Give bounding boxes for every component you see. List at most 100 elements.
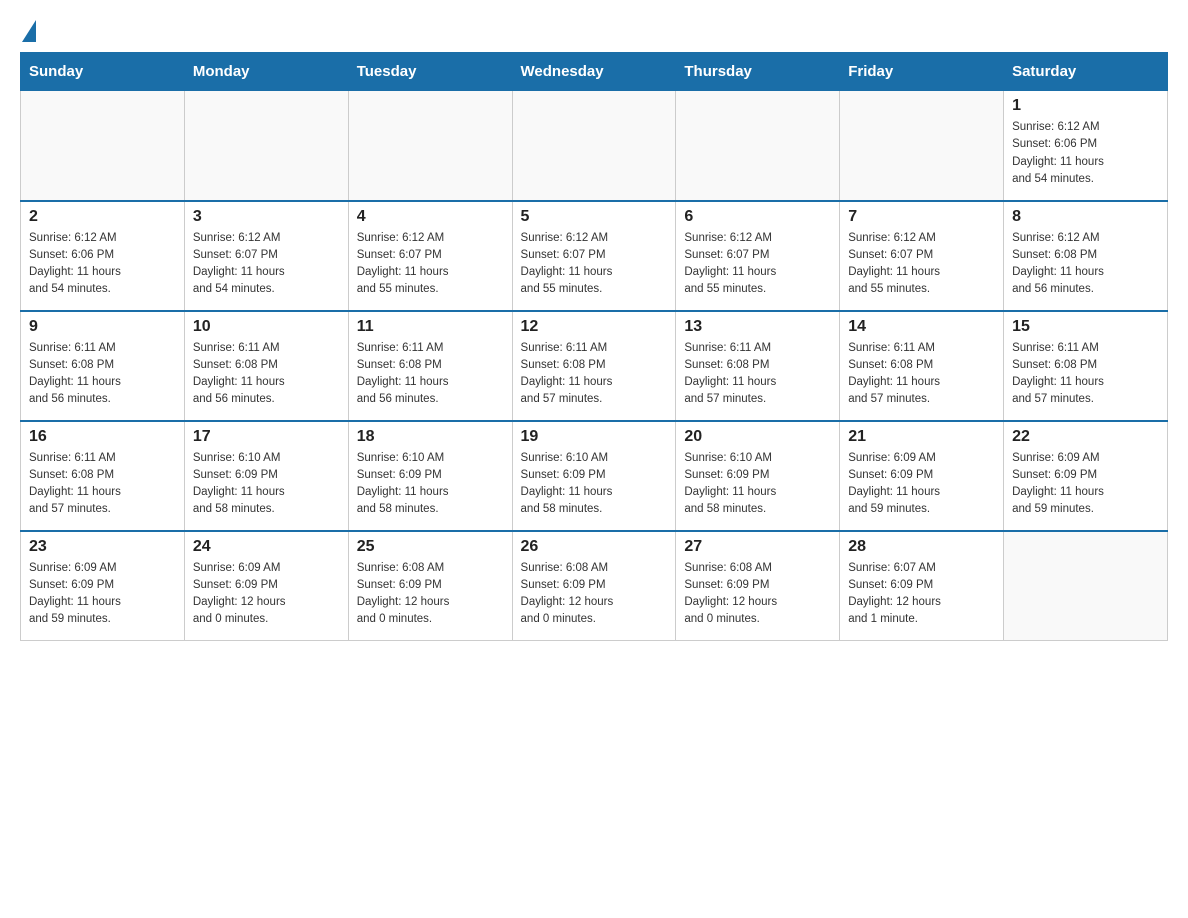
day-info: Sunrise: 6:09 AMSunset: 6:09 PMDaylight:… xyxy=(29,560,176,629)
day-number: 2 xyxy=(29,208,176,226)
day-info: Sunrise: 6:12 AMSunset: 6:07 PMDaylight:… xyxy=(684,230,831,299)
day-number: 7 xyxy=(848,208,995,226)
day-number: 18 xyxy=(357,428,504,446)
calendar-cell: 6Sunrise: 6:12 AMSunset: 6:07 PMDaylight… xyxy=(676,201,840,311)
calendar-cell: 27 Sunrise: 6:08 AMSunset: 6:09 PMDayligh… xyxy=(676,531,840,641)
day-info: Sunrise: 6:12 AMSunset: 6:06 PMDaylight:… xyxy=(29,230,176,299)
day-of-week-header: Wednesday xyxy=(512,53,676,91)
calendar-cell: 26 Sunrise: 6:08 AMSunset: 6:09 PMDayligh… xyxy=(512,531,676,641)
calendar-table: SundayMondayTuesdayWednesdayThursdayFrid… xyxy=(20,52,1168,641)
calendar-cell xyxy=(840,91,1004,201)
calendar-cell xyxy=(184,91,348,201)
day-number: 22 xyxy=(1012,428,1159,446)
day-number: 14 xyxy=(848,318,995,336)
day-number: 1 xyxy=(1012,97,1159,115)
day-number: 11 xyxy=(357,318,504,336)
day-number: 3 xyxy=(193,208,340,226)
calendar-cell xyxy=(348,91,512,201)
day-info: Sunrise: 6:10 AMSunset: 6:09 PMDaylight:… xyxy=(521,450,668,519)
calendar-cell: 2 Sunrise: 6:12 AMSunset: 6:06 PMDaylight… xyxy=(21,201,185,311)
day-number: 4 xyxy=(357,208,504,226)
calendar-cell: 10Sunrise: 6:11 AMSunset: 6:08 PMDayligh… xyxy=(184,311,348,421)
calendar-week-row: 9 Sunrise: 6:11 AMSunset: 6:08 PMDaylight… xyxy=(21,311,1168,421)
day-number: 15 xyxy=(1012,318,1159,336)
calendar-week-row: 23 Sunrise: 6:09 AMSunset: 6:09 PMDayligh… xyxy=(21,531,1168,641)
day-of-week-header: Thursday xyxy=(676,53,840,91)
calendar-header-row: SundayMondayTuesdayWednesdayThursdayFrid… xyxy=(21,53,1168,91)
day-info: Sunrise: 6:10 AMSunset: 6:09 PMDaylight:… xyxy=(193,450,340,519)
logo xyxy=(20,20,36,42)
day-number: 12 xyxy=(521,318,668,336)
day-number: 20 xyxy=(684,428,831,446)
day-number: 19 xyxy=(521,428,668,446)
day-number: 17 xyxy=(193,428,340,446)
day-info: Sunrise: 6:12 AMSunset: 6:06 PMDaylight:… xyxy=(1012,119,1159,188)
day-of-week-header: Saturday xyxy=(1004,53,1168,91)
calendar-cell: 19 Sunrise: 6:10 AMSunset: 6:09 PMDayligh… xyxy=(512,421,676,531)
day-info: Sunrise: 6:08 AMSunset: 6:09 PMDaylight:… xyxy=(521,560,668,629)
day-info: Sunrise: 6:12 AMSunset: 6:07 PMDaylight:… xyxy=(521,230,668,299)
day-info: Sunrise: 6:08 AMSunset: 6:09 PMDaylight:… xyxy=(684,560,831,629)
day-info: Sunrise: 6:11 AMSunset: 6:08 PMDaylight:… xyxy=(29,450,176,519)
day-number: 9 xyxy=(29,318,176,336)
calendar-cell: 22 Sunrise: 6:09 AMSunset: 6:09 PMDayligh… xyxy=(1004,421,1168,531)
day-number: 21 xyxy=(848,428,995,446)
day-number: 23 xyxy=(29,538,176,556)
calendar-cell xyxy=(1004,531,1168,641)
day-info: Sunrise: 6:10 AMSunset: 6:09 PMDaylight:… xyxy=(357,450,504,519)
day-info: Sunrise: 6:11 AMSunset: 6:08 PMDaylight:… xyxy=(1012,340,1159,409)
calendar-cell: 28 Sunrise: 6:07 AMSunset: 6:09 PMDayligh… xyxy=(840,531,1004,641)
calendar-cell xyxy=(512,91,676,201)
day-number: 5 xyxy=(521,208,668,226)
day-info: Sunrise: 6:12 AMSunset: 6:08 PMDaylight:… xyxy=(1012,230,1159,299)
day-number: 13 xyxy=(684,318,831,336)
calendar-cell: 14 Sunrise: 6:11 AMSunset: 6:08 PMDayligh… xyxy=(840,311,1004,421)
calendar-cell: 18 Sunrise: 6:10 AMSunset: 6:09 PMDayligh… xyxy=(348,421,512,531)
calendar-cell: 20 Sunrise: 6:10 AMSunset: 6:09 PMDayligh… xyxy=(676,421,840,531)
day-number: 24 xyxy=(193,538,340,556)
day-number: 25 xyxy=(357,538,504,556)
day-info: Sunrise: 6:09 AMSunset: 6:09 PMDaylight:… xyxy=(1012,450,1159,519)
calendar-cell xyxy=(676,91,840,201)
day-number: 26 xyxy=(521,538,668,556)
day-number: 8 xyxy=(1012,208,1159,226)
day-info: Sunrise: 6:11 AMSunset: 6:08 PMDaylight:… xyxy=(684,340,831,409)
day-info: Sunrise: 6:07 AMSunset: 6:09 PMDaylight:… xyxy=(848,560,995,629)
day-info: Sunrise: 6:08 AMSunset: 6:09 PMDaylight:… xyxy=(357,560,504,629)
day-number: 28 xyxy=(848,538,995,556)
day-info: Sunrise: 6:12 AMSunset: 6:07 PMDaylight:… xyxy=(357,230,504,299)
day-of-week-header: Sunday xyxy=(21,53,185,91)
calendar-cell: 3 Sunrise: 6:12 AMSunset: 6:07 PMDaylight… xyxy=(184,201,348,311)
day-info: Sunrise: 6:12 AMSunset: 6:07 PMDaylight:… xyxy=(193,230,340,299)
day-info: Sunrise: 6:11 AMSunset: 6:08 PMDaylight:… xyxy=(357,340,504,409)
calendar-cell xyxy=(21,91,185,201)
day-number: 16 xyxy=(29,428,176,446)
calendar-cell: 5 Sunrise: 6:12 AMSunset: 6:07 PMDaylight… xyxy=(512,201,676,311)
calendar-cell: 13 Sunrise: 6:11 AMSunset: 6:08 PMDayligh… xyxy=(676,311,840,421)
day-info: Sunrise: 6:11 AMSunset: 6:08 PMDaylight:… xyxy=(848,340,995,409)
calendar-cell: 8 Sunrise: 6:12 AMSunset: 6:08 PMDaylight… xyxy=(1004,201,1168,311)
calendar-cell: 12 Sunrise: 6:11 AMSunset: 6:08 PMDayligh… xyxy=(512,311,676,421)
calendar-cell: 4 Sunrise: 6:12 AMSunset: 6:07 PMDaylight… xyxy=(348,201,512,311)
page-header xyxy=(20,20,1168,42)
calendar-cell: 9 Sunrise: 6:11 AMSunset: 6:08 PMDaylight… xyxy=(21,311,185,421)
calendar-cell: 25 Sunrise: 6:08 AMSunset: 6:09 PMDayligh… xyxy=(348,531,512,641)
calendar-cell: 15 Sunrise: 6:11 AMSunset: 6:08 PMDayligh… xyxy=(1004,311,1168,421)
day-info: Sunrise: 6:11 AMSunset: 6:08 PMDaylight:… xyxy=(29,340,176,409)
day-info: Sunrise: 6:09 AMSunset: 6:09 PMDaylight:… xyxy=(193,560,340,629)
day-info: Sunrise: 6:12 AMSunset: 6:07 PMDaylight:… xyxy=(848,230,995,299)
calendar-cell: 21Sunrise: 6:09 AMSunset: 6:09 PMDayligh… xyxy=(840,421,1004,531)
calendar-cell: 1 Sunrise: 6:12 AMSunset: 6:06 PMDaylight… xyxy=(1004,91,1168,201)
logo-triangle-icon xyxy=(22,20,36,42)
calendar-week-row: 2 Sunrise: 6:12 AMSunset: 6:06 PMDaylight… xyxy=(21,201,1168,311)
day-of-week-header: Monday xyxy=(184,53,348,91)
day-info: Sunrise: 6:10 AMSunset: 6:09 PMDaylight:… xyxy=(684,450,831,519)
calendar-week-row: 16 Sunrise: 6:11 AMSunset: 6:08 PMDayligh… xyxy=(21,421,1168,531)
day-info: Sunrise: 6:11 AMSunset: 6:08 PMDaylight:… xyxy=(521,340,668,409)
calendar-cell: 24 Sunrise: 6:09 AMSunset: 6:09 PMDayligh… xyxy=(184,531,348,641)
calendar-week-row: 1 Sunrise: 6:12 AMSunset: 6:06 PMDaylight… xyxy=(21,91,1168,201)
day-number: 27 xyxy=(684,538,831,556)
calendar-cell: 23 Sunrise: 6:09 AMSunset: 6:09 PMDayligh… xyxy=(21,531,185,641)
day-of-week-header: Friday xyxy=(840,53,1004,91)
calendar-cell: 16 Sunrise: 6:11 AMSunset: 6:08 PMDayligh… xyxy=(21,421,185,531)
